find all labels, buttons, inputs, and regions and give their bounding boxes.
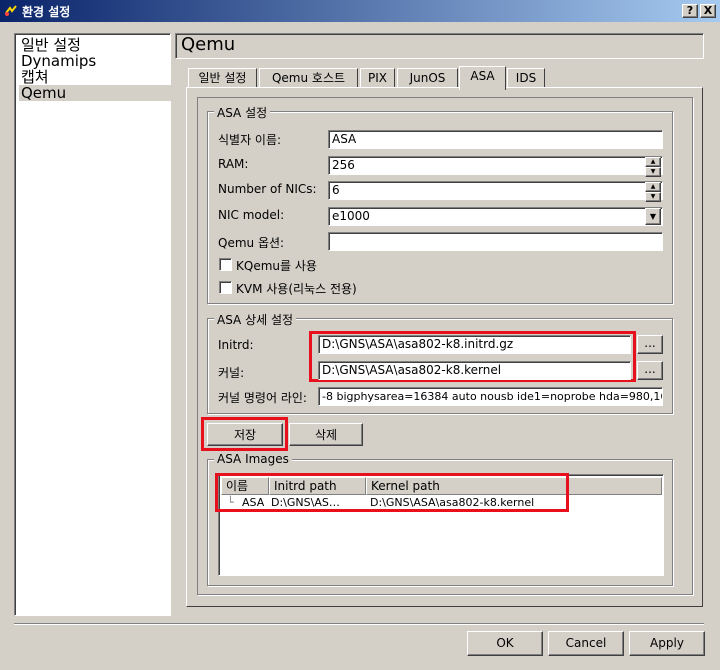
nics-value: 6 <box>332 183 340 197</box>
cancel-button[interactable]: Cancel <box>548 631 624 656</box>
kvm-label: KVM 사용(리눅스 전용) <box>236 282 357 296</box>
nic-model-select[interactable]: e1000 <box>328 207 663 226</box>
image-name-cell: ASA <box>242 496 265 509</box>
asa-settings-legend: ASA 설정 <box>214 104 271 121</box>
nav-item-general[interactable]: 일반 설정 <box>19 37 171 53</box>
nics-down-icon[interactable]: ▼ <box>645 192 661 202</box>
image-initrd-cell: D:\GNS\AS… <box>271 496 340 509</box>
kernel-browse-button[interactable]: ... <box>637 361 663 380</box>
help-button[interactable]: ? <box>682 4 698 18</box>
nic-model-label: NIC model: <box>218 208 285 222</box>
column-header-name[interactable]: 이름 <box>221 477 269 495</box>
identifier-input[interactable]: ASA <box>328 130 663 149</box>
nics-label: Number of NICs: <box>218 182 317 196</box>
kernel-input[interactable]: D:\GNS\ASA\asa802-k8.kernel <box>318 361 631 380</box>
chevron-down-icon[interactable]: ▼ <box>645 208 661 225</box>
ram-up-icon[interactable]: ▲ <box>645 157 661 167</box>
asa-detail-legend: ASA 상세 설정 <box>214 311 297 328</box>
apply-button[interactable]: Apply <box>629 631 705 656</box>
column-header-kernel[interactable]: Kernel path <box>366 477 662 495</box>
ok-button[interactable]: OK <box>467 631 543 656</box>
tab-ids[interactable]: IDS <box>507 68 545 88</box>
bottom-divider <box>14 623 704 624</box>
qemu-options-input[interactable] <box>328 232 663 251</box>
tab-qemu-host[interactable]: Qemu 호스트 <box>259 68 358 88</box>
tab-asa[interactable]: ASA <box>459 66 506 90</box>
ram-spinner[interactable]: ▲ ▼ <box>645 157 661 177</box>
qemu-options-label: Qemu 옵션: <box>218 236 285 250</box>
nic-model-value: e1000 <box>332 209 370 223</box>
image-kernel-cell: D:\GNS\ASA\asa802-k8.kernel <box>370 496 535 509</box>
delete-button[interactable]: 삭제 <box>289 423 363 446</box>
settings-nav-list[interactable]: 일반 설정 Dynamips 캡쳐 Qemu <box>14 33 171 616</box>
cmdline-label: 커널 명령어 라인: <box>218 391 307 405</box>
cmdline-input[interactable]: -8 bigphysarea=16384 auto nousb ide1=nop… <box>318 387 663 406</box>
nav-item-dynamips[interactable]: Dynamips <box>19 53 171 69</box>
ram-down-icon[interactable]: ▼ <box>645 167 661 177</box>
save-button[interactable]: 저장 <box>207 423 283 446</box>
window-title: 환경 설정 <box>22 5 71 19</box>
nics-spinbox[interactable]: 6 <box>328 181 663 200</box>
asa-images-legend: ASA Images <box>214 452 292 466</box>
tab-junos[interactable]: JunOS <box>397 68 458 88</box>
title-bar[interactable]: 환경 설정 ? X <box>0 0 720 22</box>
initrd-input[interactable]: D:\GNS\ASA\asa802-k8.initrd.gz <box>318 335 631 354</box>
tree-line-icon: └ <box>227 496 234 509</box>
kqemu-checkbox[interactable] <box>219 258 232 271</box>
tab-pix[interactable]: PIX <box>360 68 395 88</box>
tab-general[interactable]: 일반 설정 <box>188 68 257 88</box>
kernel-label: 커널: <box>218 366 245 380</box>
ram-value: 256 <box>332 158 355 172</box>
initrd-label: Initrd: <box>218 338 254 352</box>
kvm-checkbox[interactable] <box>219 281 232 294</box>
ram-spinbox[interactable]: 256 <box>328 156 663 175</box>
app-icon <box>5 5 17 16</box>
column-header-initrd[interactable]: Initrd path <box>269 477 366 495</box>
initrd-browse-button[interactable]: ... <box>637 335 663 354</box>
identifier-label: 식별자 이름: <box>218 133 282 147</box>
kqemu-label: KQemu를 사용 <box>236 259 317 273</box>
table-row[interactable]: └ ASA D:\GNS\AS… D:\GNS\ASA\asa802-k8.ke… <box>221 495 662 511</box>
nics-up-icon[interactable]: ▲ <box>645 182 661 192</box>
page-title: Qemu <box>175 33 704 59</box>
nav-item-qemu[interactable]: Qemu <box>19 85 171 101</box>
ram-label: RAM: <box>218 157 249 171</box>
nav-item-capture[interactable]: 캡쳐 <box>19 69 171 85</box>
close-button[interactable]: X <box>700 4 716 18</box>
nics-spinner[interactable]: ▲ ▼ <box>645 182 661 202</box>
